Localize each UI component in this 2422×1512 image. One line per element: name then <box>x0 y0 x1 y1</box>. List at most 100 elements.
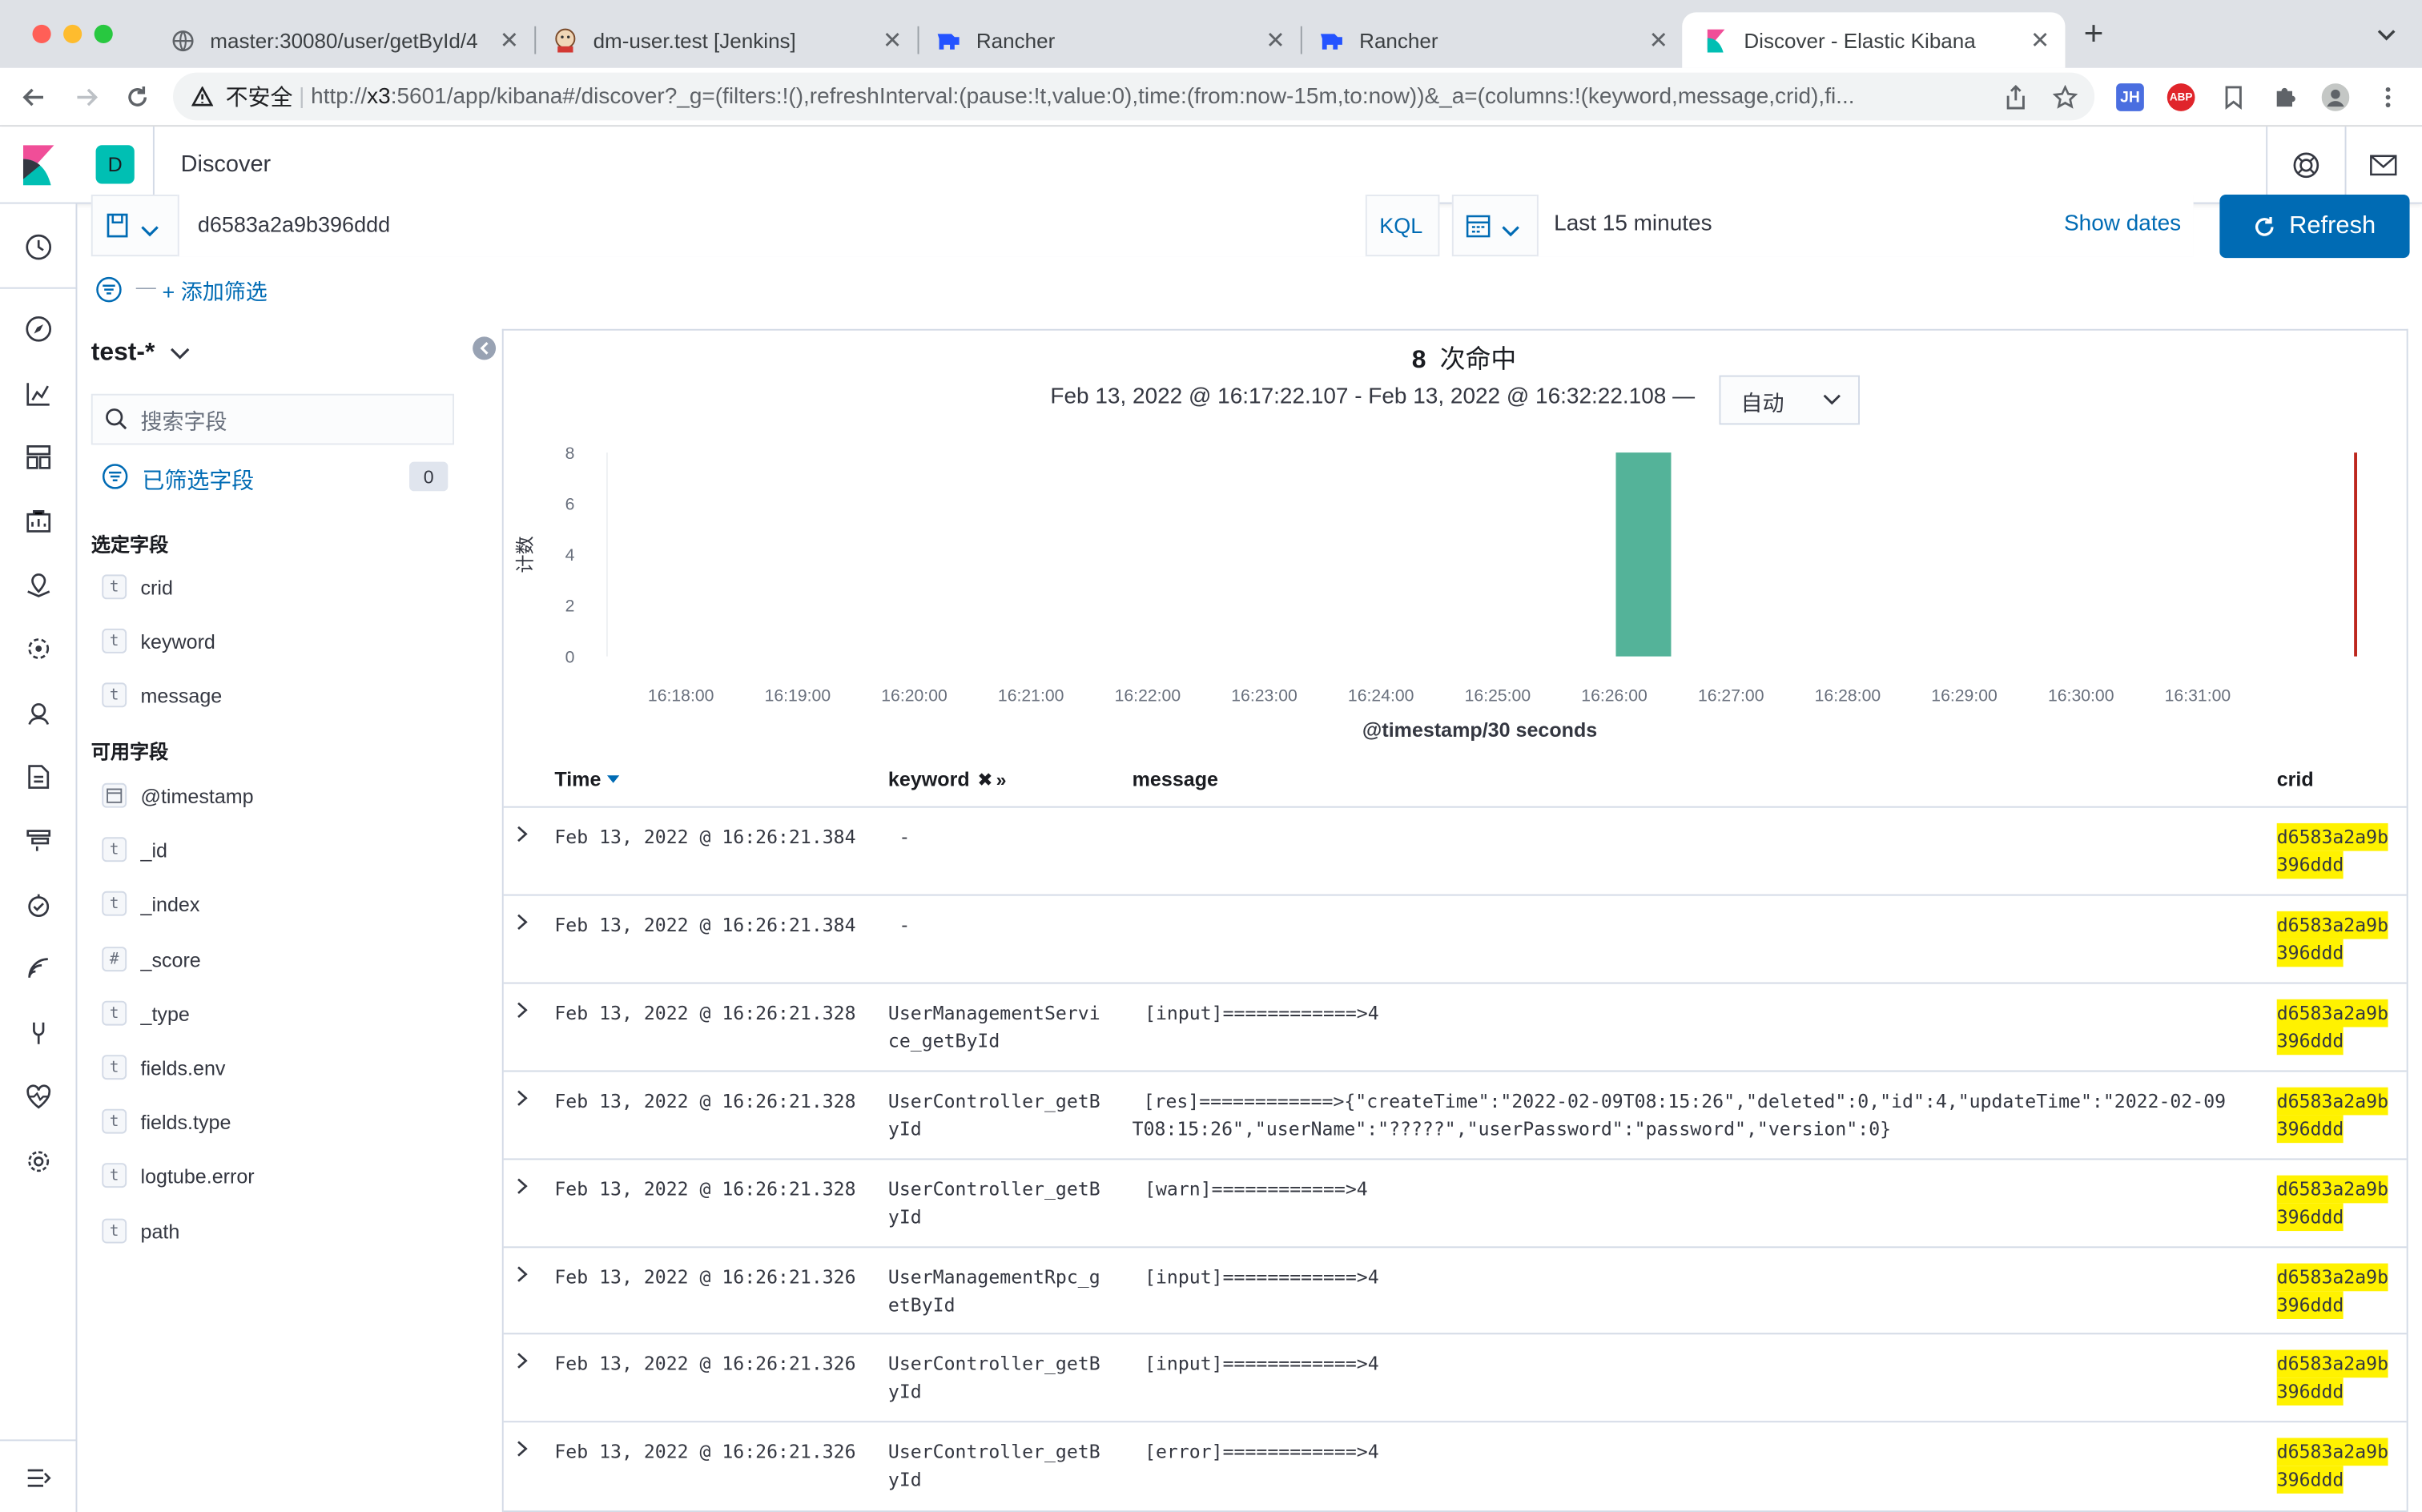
profile-avatar-icon[interactable] <box>2319 80 2352 114</box>
calendar-icon[interactable] <box>1466 213 1491 245</box>
field-item-message[interactable]: t message <box>91 675 462 715</box>
visualize-chart-icon[interactable] <box>23 378 54 409</box>
table-row[interactable]: Feb 13, 2022 @ 16:26:21.326 UserControlle… <box>503 1422 2407 1512</box>
remove-column-icon[interactable]: ✖ <box>977 768 992 790</box>
field-item-fields-type[interactable]: t fields.type <box>91 1101 462 1141</box>
histogram-bar[interactable] <box>1615 452 1672 657</box>
close-tab-icon[interactable]: ✕ <box>1265 26 1285 54</box>
filtered-fields-button[interactable]: 已筛选字段 <box>142 464 254 497</box>
field-item-crid[interactable]: t crid <box>91 567 462 607</box>
browser-menu-icon[interactable] <box>2371 80 2404 114</box>
forward-icon[interactable] <box>70 80 103 114</box>
expand-row-icon[interactable] <box>516 1350 528 1378</box>
field-item-type[interactable]: t _type <box>91 993 462 1033</box>
browser-tab-3[interactable]: Rancher ✕ <box>915 12 1302 67</box>
share-icon[interactable] <box>1999 80 2033 114</box>
minimize-window-button[interactable] <box>63 24 82 43</box>
field-search-input[interactable]: 搜索字段 <box>91 393 454 445</box>
browser-tab-4[interactable]: Rancher ✕ <box>1298 12 1684 67</box>
reload-icon[interactable] <box>120 80 154 114</box>
column-header-message[interactable]: message <box>1133 767 1218 790</box>
refresh-button[interactable]: Refresh <box>2219 194 2410 259</box>
collapse-nav-icon[interactable] <box>23 1462 54 1494</box>
adblock-extension-icon[interactable]: ABP <box>2167 83 2195 111</box>
apm-icon[interactable] <box>23 825 54 856</box>
bookmark-icon[interactable] <box>2216 80 2250 114</box>
table-row[interactable]: Feb 13, 2022 @ 16:26:21.328 UserManagemen… <box>503 983 2407 1072</box>
column-header-crid[interactable]: crid <box>2277 767 2314 790</box>
extensions-puzzle-icon[interactable] <box>2267 80 2301 114</box>
column-header-time[interactable]: Time <box>554 767 620 790</box>
add-filter-link[interactable]: + 添加筛选 <box>162 276 267 308</box>
field-item-index[interactable]: t _index <box>91 883 462 923</box>
index-pattern-selector[interactable]: test-* <box>91 338 191 368</box>
move-column-right-icon[interactable]: » <box>996 768 1007 790</box>
expand-row-icon[interactable] <box>516 1088 528 1116</box>
management-gear-icon[interactable] <box>23 1146 54 1177</box>
close-tab-icon[interactable]: ✕ <box>1649 26 1668 54</box>
field-item-id[interactable]: t _id <box>91 830 462 870</box>
field-item-keyword[interactable]: t keyword <box>91 621 462 661</box>
field-item-score[interactable]: # _score <box>91 939 462 979</box>
browser-tab-2[interactable]: dm-user.test [Jenkins] ✕ <box>531 12 919 67</box>
dev-tools-icon[interactable] <box>23 1018 54 1049</box>
expand-row-icon[interactable] <box>516 1176 528 1204</box>
collapse-sidebar-button[interactable] <box>473 336 497 360</box>
expand-row-icon[interactable] <box>516 911 528 939</box>
expand-row-icon[interactable] <box>516 999 528 1027</box>
field-item-fields-env[interactable]: t fields.env <box>91 1048 462 1088</box>
newsfeed-mail-icon[interactable] <box>2369 155 2397 184</box>
maps-icon[interactable] <box>23 570 54 601</box>
close-tab-icon[interactable]: ✕ <box>2030 26 2050 54</box>
expand-row-icon[interactable] <box>516 1264 528 1292</box>
column-header-keyword[interactable]: keyword ✖ » <box>888 767 1007 790</box>
table-row[interactable]: Feb 13, 2022 @ 16:26:21.328 UserControlle… <box>503 1160 2407 1249</box>
uptime-icon[interactable] <box>23 890 54 921</box>
filter-icon[interactable] <box>102 464 128 497</box>
address-bar[interactable]: 不安全 | http://x3:5601/app/kibana#/discove… <box>172 72 2095 121</box>
field-item-logtube-error[interactable]: t logtube.error <box>91 1156 462 1196</box>
table-row[interactable]: Feb 13, 2022 @ 16:26:21.384 - d6583a2a9b 39… <box>503 808 2407 896</box>
not-secure-label[interactable]: 不安全 <box>226 80 293 112</box>
filter-menu-icon[interactable] <box>96 276 123 310</box>
time-range-display[interactable]: Last 15 minutes Show dates <box>1536 194 2194 257</box>
close-tab-icon[interactable]: ✕ <box>500 26 519 54</box>
tab-search-icon[interactable] <box>2376 23 2397 45</box>
chevron-down-icon[interactable] <box>140 218 159 246</box>
recent-clock-icon[interactable] <box>23 231 54 263</box>
bookmark-star-icon[interactable] <box>2048 80 2082 114</box>
field-item-timestamp[interactable]: @timestamp <box>91 775 462 815</box>
kql-toggle-button[interactable]: KQL <box>1379 213 1422 238</box>
browser-tab-5-active[interactable]: Discover - Elastic Kibana ✕ <box>1682 12 2066 68</box>
close-window-button[interactable] <box>32 24 51 43</box>
logs-icon[interactable] <box>23 762 54 793</box>
monitoring-heart-icon[interactable] <box>23 1081 54 1112</box>
space-avatar[interactable]: D <box>95 145 135 184</box>
table-row[interactable]: Feb 13, 2022 @ 16:26:21.328 UserControlle… <box>503 1072 2407 1160</box>
warning-icon[interactable] <box>191 86 214 107</box>
discover-compass-icon[interactable] <box>23 313 54 344</box>
expand-row-icon[interactable] <box>516 1438 528 1466</box>
jh-extension-icon[interactable]: JH <box>2116 83 2144 111</box>
chevron-down-icon[interactable] <box>1502 218 1520 246</box>
back-icon[interactable] <box>17 80 50 114</box>
siem-icon[interactable] <box>23 953 54 984</box>
help-icon[interactable] <box>2292 151 2320 187</box>
table-row[interactable]: Feb 13, 2022 @ 16:26:21.326 UserControlle… <box>503 1334 2407 1423</box>
query-input[interactable]: d6583a2a9b396ddd <box>177 194 1367 257</box>
ml-icon[interactable] <box>23 633 54 665</box>
infrastructure-icon[interactable] <box>23 698 54 730</box>
browser-tab-1[interactable]: master:30080/user/getById/4 ✕ <box>148 12 537 67</box>
table-row[interactable]: Feb 13, 2022 @ 16:26:21.384 - d6583a2a9b 39… <box>503 896 2407 984</box>
show-dates-link[interactable]: Show dates <box>2064 211 2181 236</box>
canvas-icon[interactable] <box>23 507 54 538</box>
expand-row-icon[interactable] <box>516 823 528 851</box>
dashboard-icon[interactable] <box>23 442 54 473</box>
sort-desc-icon[interactable] <box>607 775 620 783</box>
saved-query-icon[interactable] <box>105 211 130 247</box>
kibana-logo-icon[interactable] <box>22 145 54 193</box>
interval-select[interactable]: 自动 <box>1719 375 1860 425</box>
close-tab-icon[interactable]: ✕ <box>883 26 902 54</box>
table-row[interactable]: Feb 13, 2022 @ 16:26:21.326 UserManagemen… <box>503 1248 2407 1335</box>
new-tab-button[interactable]: + <box>2084 16 2104 50</box>
